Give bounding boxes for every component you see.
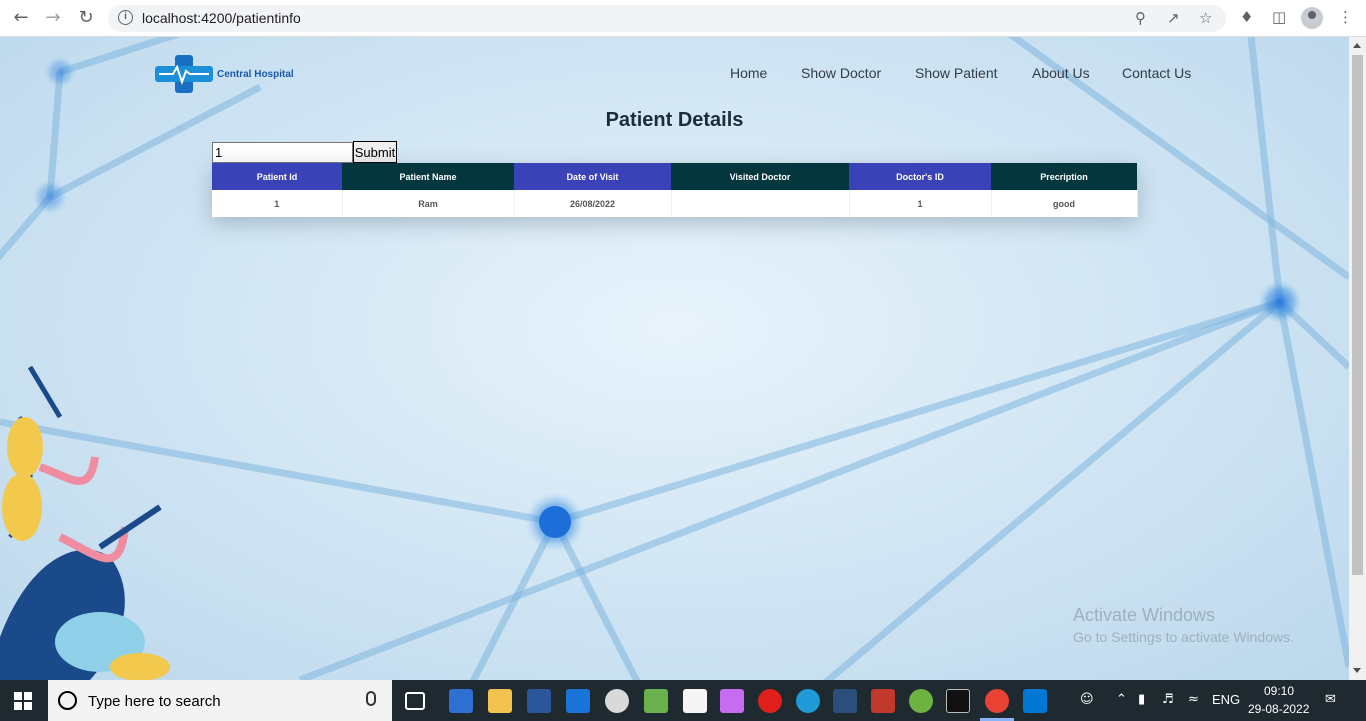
scroll-down-icon[interactable] [1353,668,1361,673]
page-viewport: Central Hospital Home Show Doctor Show P… [0,37,1349,680]
browser-toolbar: ← → ↻ i localhost:4200/patientinfo ⚲ ↗ ☆… [0,0,1366,37]
paint-icon[interactable] [605,689,629,713]
activate-windows-subtitle: Go to Settings to activate Windows. [1073,629,1294,645]
side-panel-icon[interactable]: ◫ [1272,8,1286,26]
scroll-up-icon[interactable] [1353,43,1361,48]
wifi-icon[interactable]: ≈ [1188,692,1199,707]
header-visited-doctor: Visited Doctor [671,163,849,190]
header-doctor-id: Doctor's ID [849,163,991,190]
store-icon[interactable] [449,689,473,713]
cell-visited-doctor [671,190,850,217]
terminal-icon[interactable] [946,689,970,713]
nav-show-doctor[interactable]: Show Doctor [801,65,881,81]
header-prescription: Precription [991,163,1137,190]
hospital-logo[interactable]: Central Hospital [155,55,305,95]
header-patient-name: Patient Name [342,163,514,190]
taskbar-search-placeholder: Type here to search [88,693,221,710]
activate-windows-title: Activate Windows [1073,605,1216,625]
word-icon[interactable] [527,689,551,713]
battery-icon[interactable]: ▮ [1138,692,1145,707]
photos-icon[interactable] [720,689,744,713]
network-background [0,37,1349,680]
show-hidden-icons-icon[interactable]: ⌃ [1116,692,1127,707]
edge-icon[interactable] [796,689,820,713]
leaf-decoration [0,365,170,680]
cell-date-of-visit: 26/08/2022 [514,190,672,217]
vscode-icon[interactable] [1023,689,1047,713]
mail-icon[interactable] [566,689,590,713]
scroll-thumb[interactable] [1352,55,1363,575]
volume-icon[interactable]: ♬ [1162,692,1174,707]
snipping-tool-icon[interactable] [683,689,707,713]
clock-date[interactable]: 29-08-2022 [1248,702,1309,716]
language-indicator[interactable]: ENG [1212,692,1240,707]
header-date-of-visit: Date of Visit [514,163,671,190]
file-explorer-icon[interactable] [488,689,512,713]
spring-tool-icon[interactable] [909,689,933,713]
people-icon[interactable]: ☺ [1080,692,1094,707]
logo-text: Central Hospital [217,69,294,80]
nav-about-us[interactable]: About Us [1032,65,1090,81]
menu-kebab-icon[interactable]: ⋮ [1338,8,1353,26]
back-icon[interactable]: ← [9,7,33,29]
forward-icon[interactable]: → [41,7,65,29]
submit-button[interactable]: Submit [353,141,397,163]
notes-icon[interactable] [644,689,668,713]
nav-show-patient[interactable]: Show Patient [915,65,998,81]
profile-avatar[interactable] [1301,7,1323,29]
patient-table: Patient Id Patient Name Date of Visit Vi… [212,163,1138,217]
address-url[interactable]: localhost:4200/patientinfo [142,10,301,26]
zoom-icon[interactable]: ⚲ [1135,9,1146,27]
cell-patient-name: Ram [342,190,515,217]
patient-id-input[interactable] [212,142,353,163]
clock-time[interactable]: 09:10 [1264,684,1294,698]
notifications-icon[interactable]: ✉ [1325,692,1336,707]
cell-doctor-id: 1 [849,190,992,217]
patient-table-card: Patient Id Patient Name Date of Visit Vi… [212,163,1138,217]
site-info-icon[interactable]: i [118,10,133,25]
address-bar[interactable]: i localhost:4200/patientinfo ⚲ ↗ ☆ [108,5,1226,32]
microphone-icon[interactable] [366,691,376,706]
nav-home[interactable]: Home [730,65,767,81]
page-title: Patient Details [605,109,744,131]
taskbar-search-box[interactable]: Type here to search [48,680,392,721]
cell-patient-id: 1 [212,190,343,217]
header-patient-id: Patient Id [212,163,342,190]
mysql-workbench-icon[interactable] [833,689,857,713]
nav-contact-us[interactable]: Contact Us [1122,65,1191,81]
cell-prescription: good [991,190,1138,217]
windows-taskbar: Type here to search ☺ ⌃ ▮ ♬ ≈ ENG 09:10 … [0,680,1366,721]
cortana-icon [58,691,77,710]
share-icon[interactable]: ↗ [1167,9,1180,27]
table-header-row: Patient Id Patient Name Date of Visit Vi… [212,163,1137,190]
reload-icon[interactable]: ↻ [74,7,98,29]
medical-cross-icon [155,55,213,93]
page-scrollbar[interactable] [1349,37,1366,680]
task-view-icon[interactable] [405,692,425,710]
chrome-icon[interactable] [985,689,1009,713]
app-icon[interactable] [871,689,895,713]
windows-start-icon[interactable] [14,692,32,710]
opera-icon[interactable] [758,689,782,713]
table-row: 1 Ram 26/08/2022 1 good [212,190,1138,217]
extensions-icon[interactable]: ♦ [1240,8,1253,26]
bookmark-star-icon[interactable]: ☆ [1199,9,1212,27]
